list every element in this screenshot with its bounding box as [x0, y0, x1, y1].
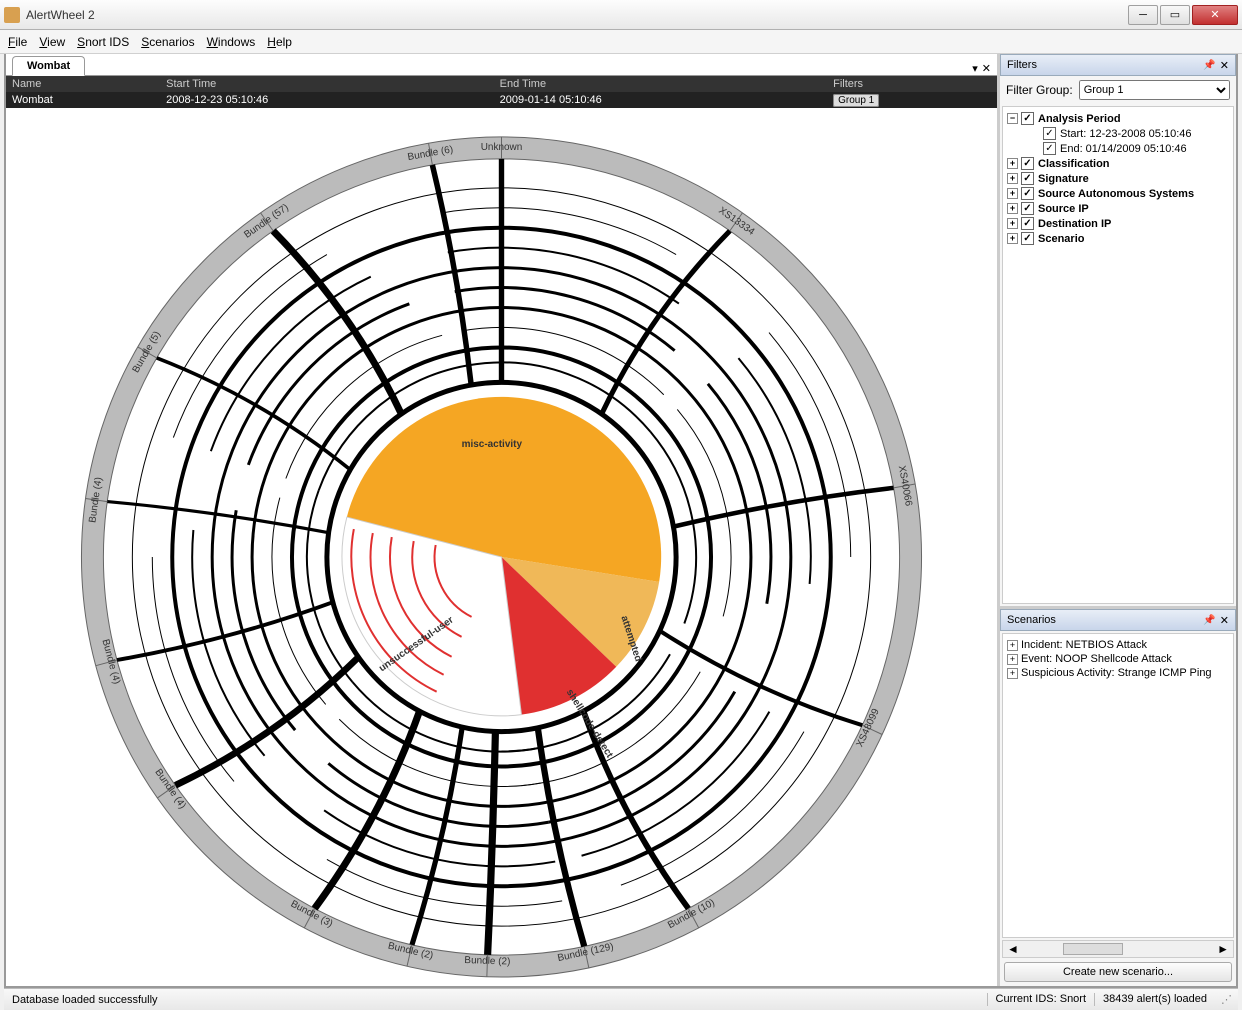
main-area: Wombat ▾ ✕ Name Start Time End Time Filt…: [4, 54, 1238, 988]
window-title: AlertWheel 2: [26, 8, 1128, 22]
filter-group-label: Filter Group:: [1006, 83, 1073, 97]
scenarios-tree[interactable]: +Incident: NETBIOS Attack+Event: NOOP Sh…: [1002, 633, 1234, 938]
scenario-item[interactable]: +Incident: NETBIOS Attack: [1007, 638, 1229, 652]
viz-area[interactable]: UnknownXS13334XS40066XS48099Bundle (10)B…: [6, 108, 997, 986]
maximize-button[interactable]: ▭: [1160, 5, 1190, 25]
filter-node[interactable]: +✓Source IP: [1007, 201, 1229, 216]
pane-close-icon[interactable]: ✕: [982, 62, 991, 75]
filter-node[interactable]: +✓Source Autonomous Systems: [1007, 186, 1229, 201]
resize-grip-icon[interactable]: ⋰: [1215, 993, 1230, 1006]
filter-node[interactable]: +✓Scenario: [1007, 231, 1229, 246]
col-start: Start Time: [160, 76, 493, 92]
menu-file[interactable]: File: [8, 35, 27, 49]
menubar: File View Snort IDS Scenarios Windows He…: [0, 30, 1242, 54]
minimize-button[interactable]: ─: [1128, 5, 1158, 25]
val-start: 2008-12-23 05:10:46: [160, 92, 493, 108]
status-alerts: 38439 alert(s) loaded: [1094, 993, 1215, 1006]
app-icon: [4, 7, 20, 23]
scenarios-panel: Scenarios 📌 ✕ +Incident: NETBIOS Attack+…: [1000, 606, 1236, 986]
tab-wombat[interactable]: Wombat: [12, 56, 85, 76]
filter-group-select[interactable]: Group 1: [1079, 80, 1230, 100]
scenario-item[interactable]: +Event: NOOP Shellcode Attack: [1007, 652, 1229, 666]
status-message: Database loaded successfully: [12, 994, 158, 1006]
val-name: Wombat: [6, 92, 160, 108]
right-panel: Filters 📌 ✕ Filter Group: Group 1 −✓Anal…: [1000, 54, 1236, 986]
scenario-item[interactable]: +Suspicious Activity: Strange ICMP Ping: [1007, 666, 1229, 680]
create-scenario-button[interactable]: Create new scenario...: [1004, 962, 1232, 982]
scenarios-title: Scenarios: [1007, 614, 1056, 626]
tab-strip: Wombat ▾ ✕: [6, 54, 997, 76]
filters-header: Filters 📌 ✕: [1000, 54, 1236, 76]
filter-group-row: Filter Group: Group 1: [1000, 76, 1236, 104]
scenarios-close-icon[interactable]: ✕: [1220, 614, 1229, 627]
filter-child[interactable]: ✓End: 01/14/2009 05:10:46: [1007, 141, 1229, 156]
filter-child[interactable]: ✓Start: 12-23-2008 05:10:46: [1007, 126, 1229, 141]
outer-segment-label: Unknown: [481, 142, 523, 153]
scenarios-pin-icon[interactable]: 📌: [1203, 615, 1215, 626]
viz-panel: Wombat ▾ ✕ Name Start Time End Time Filt…: [6, 54, 1000, 986]
filter-node[interactable]: +✓Destination IP: [1007, 216, 1229, 231]
label-misc: misc-activity: [462, 439, 523, 450]
filters-tree[interactable]: −✓Analysis Period✓Start: 12-23-2008 05:1…: [1002, 106, 1234, 604]
val-filters: Group 1: [827, 92, 997, 108]
menu-windows[interactable]: Windows: [207, 35, 256, 49]
filter-node[interactable]: −✓Analysis Period: [1007, 111, 1229, 126]
filters-title: Filters: [1007, 59, 1037, 71]
pane-controls: ▾ ✕: [972, 62, 991, 75]
menu-view[interactable]: View: [39, 35, 65, 49]
col-name: Name: [6, 76, 160, 92]
scenarios-scrollbar[interactable]: ◄►: [1002, 940, 1234, 958]
filter-node[interactable]: +✓Signature: [1007, 171, 1229, 186]
col-filters: Filters: [827, 76, 997, 92]
statusbar: Database loaded successfully Current IDS…: [4, 988, 1238, 1010]
radial-chart[interactable]: UnknownXS13334XS40066XS48099Bundle (10)B…: [6, 108, 997, 986]
scenarios-header: Scenarios 📌 ✕: [1000, 609, 1236, 631]
menu-help[interactable]: Help: [267, 35, 292, 49]
menu-snort[interactable]: Snort IDS: [77, 35, 129, 49]
status-ids: Current IDS: Snort: [987, 993, 1094, 1006]
col-end: End Time: [494, 76, 827, 92]
outer-segment-label: Bundle (2): [464, 955, 510, 968]
filter-node[interactable]: +✓Classification: [1007, 156, 1229, 171]
menu-scenarios[interactable]: Scenarios: [141, 35, 194, 49]
val-end: 2009-01-14 05:10:46: [494, 92, 827, 108]
pin-icon[interactable]: 📌: [1203, 60, 1215, 71]
close-button[interactable]: ✕: [1192, 5, 1238, 25]
filters-close-icon[interactable]: ✕: [1220, 59, 1229, 72]
data-header: Name Start Time End Time Filters Wombat …: [6, 76, 997, 108]
titlebar: AlertWheel 2 ─ ▭ ✕: [0, 0, 1242, 30]
window-controls: ─ ▭ ✕: [1128, 5, 1238, 25]
pane-dropdown-icon[interactable]: ▾: [972, 62, 978, 75]
